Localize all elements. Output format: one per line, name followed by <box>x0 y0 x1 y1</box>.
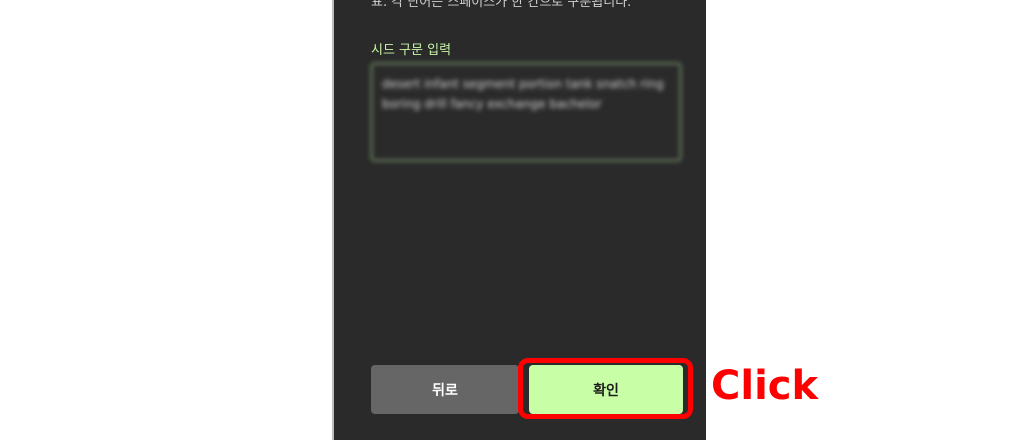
seed-phrase-label: 시드 구문 입력 <box>371 43 452 58</box>
click-annotation: Click <box>711 363 819 409</box>
confirm-button[interactable]: 확인 <box>529 365 683 414</box>
back-button[interactable]: 뒤로 <box>371 365 519 414</box>
page: 표. 각 단어는 스페이스가 한 칸으로 구분됩니다. 시드 구문 입력 des… <box>0 0 1030 440</box>
seed-phrase-input[interactable]: desert infant segment portion tank snatc… <box>371 63 681 161</box>
seed-import-panel: 표. 각 단어는 스페이스가 한 칸으로 구분됩니다. 시드 구문 입력 des… <box>334 0 706 440</box>
instruction-text: 표. 각 단어는 스페이스가 한 칸으로 구분됩니다. <box>371 0 632 10</box>
